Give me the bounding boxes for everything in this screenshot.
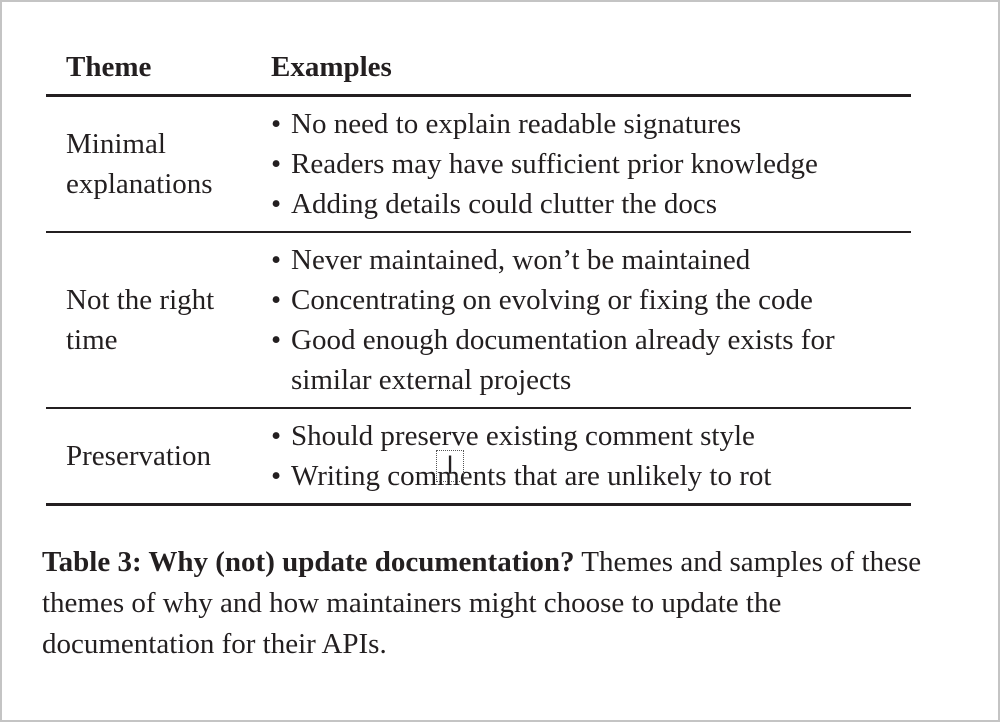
example-text: Writing comments that are unlikely to ro…: [291, 460, 772, 492]
themes-table: Theme Examples Minimal explanations • No ne…: [46, 40, 911, 506]
examples-cell: • Should preserve existing comment style •…: [269, 408, 911, 506]
table-caption: Table 3: Why (not) update documentation?…: [42, 542, 932, 665]
caption-label: Table 3: Why (not) update documentation?: [42, 546, 575, 578]
examples-list: • Never maintained, won’t be maintained • C…: [271, 234, 910, 406]
bullet-icon: •: [271, 244, 282, 276]
list-item: • No need to explain readable signatures: [271, 104, 910, 144]
list-item: • Concentrating on evolving or fixing the…: [271, 280, 910, 320]
list-item: • Never maintained, won’t be maintained: [271, 240, 910, 280]
examples-list: • Should preserve existing comment style •…: [271, 410, 910, 502]
example-text: Concentrating on evolving or fixing the …: [291, 284, 813, 316]
theme-line: time: [66, 324, 118, 356]
examples-list: • No need to explain readable signatures •…: [271, 98, 910, 230]
theme-cell: Preservation: [46, 408, 269, 506]
table-row: Preservation • Should preserve existing co…: [46, 408, 911, 506]
header-examples: Examples: [269, 40, 911, 97]
example-text: Never maintained, won’t be maintained: [291, 244, 751, 276]
theme-cell: Minimal explanations: [46, 95, 269, 233]
theme-line: Not the right: [66, 284, 215, 316]
bullet-icon: •: [271, 188, 282, 220]
example-text: Readers may have sufficient prior knowle…: [291, 148, 818, 180]
header-theme: Theme: [46, 40, 269, 97]
bullet-icon: •: [271, 420, 282, 452]
example-text: Should preserve existing comment style: [291, 420, 755, 452]
theme-line: explanations: [66, 168, 213, 200]
text-cursor-icon: I: [436, 450, 464, 482]
table-row: Not the right time • Never maintained, won’…: [46, 232, 911, 409]
table-header-row: Theme Examples: [46, 40, 911, 97]
theme-line: Minimal: [66, 128, 166, 160]
list-item: • Writing comments that are unlikely to r…: [271, 456, 910, 496]
bullet-icon: •: [271, 284, 282, 316]
table-row: Minimal explanations • No need to explain r…: [46, 95, 911, 233]
bullet-icon: •: [271, 324, 282, 356]
example-text: Good enough documentation already exists…: [291, 324, 835, 396]
example-text: Adding details could clutter the docs: [291, 188, 718, 220]
list-item: • Should preserve existing comment style: [271, 416, 910, 456]
list-item: • Readers may have sufficient prior knowl…: [271, 144, 910, 184]
theme-line: Preservation: [66, 440, 211, 472]
list-item: • Good enough documentation already exist…: [271, 320, 910, 400]
bullet-icon: •: [271, 108, 282, 140]
theme-cell: Not the right time: [46, 232, 269, 409]
bullet-icon: •: [271, 460, 282, 492]
examples-cell: • No need to explain readable signatures •…: [269, 95, 911, 233]
example-text: No need to explain readable signatures: [291, 108, 742, 140]
bullet-icon: •: [271, 148, 282, 180]
list-item: • Adding details could clutter the docs: [271, 184, 910, 224]
examples-cell: • Never maintained, won’t be maintained • C…: [269, 232, 911, 409]
